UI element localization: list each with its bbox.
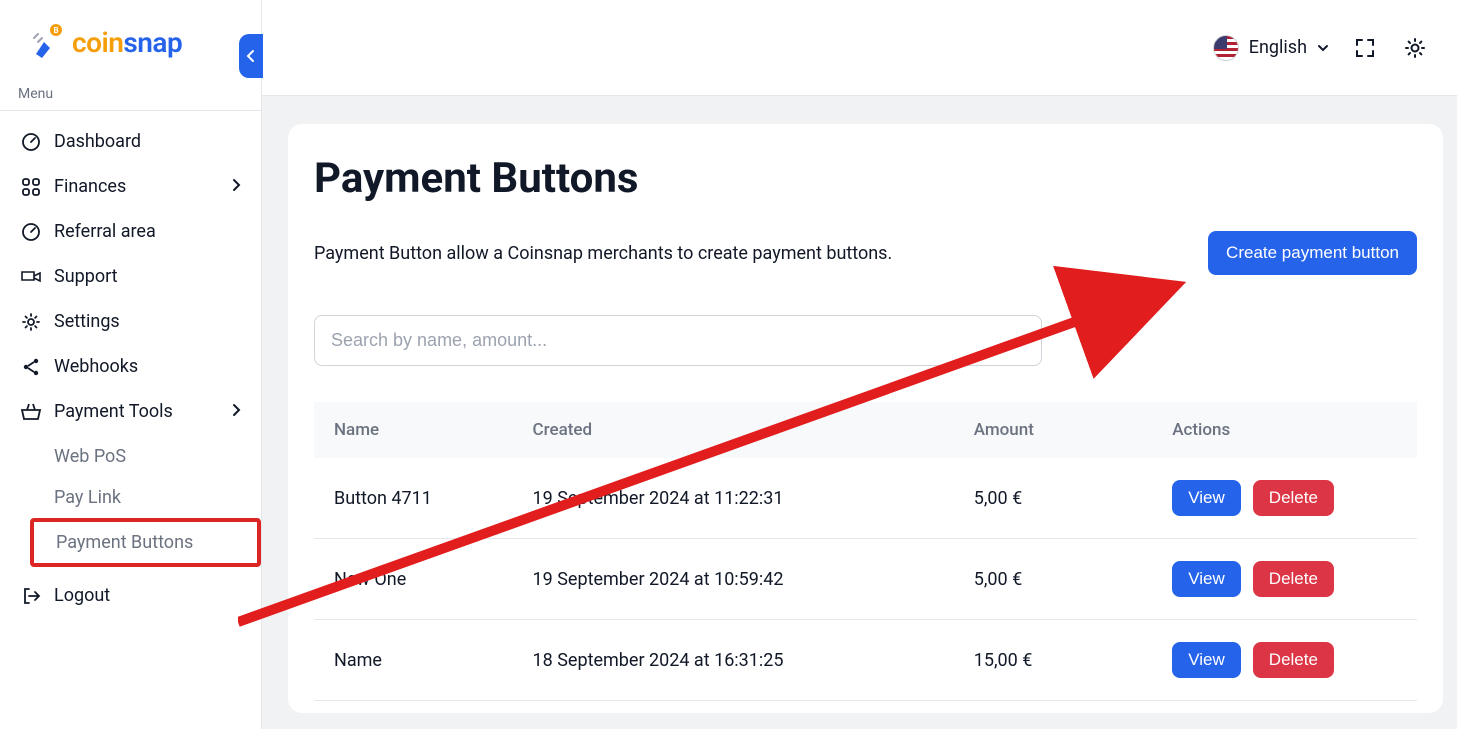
sidebar-item-label: Webhooks	[54, 356, 138, 377]
cell-created: 19 September 2024 at 11:22:31	[513, 458, 954, 539]
view-button[interactable]: View	[1172, 480, 1241, 516]
share-icon	[20, 357, 42, 377]
gear-icon	[20, 312, 42, 332]
create-payment-button[interactable]: Create payment button	[1208, 231, 1417, 275]
language-selector[interactable]: English	[1213, 35, 1329, 61]
cell-amount: 15,00 €	[954, 620, 1153, 701]
grid-icon	[20, 177, 42, 197]
sidebar-nav-bottom: Logout	[0, 573, 261, 618]
topbar: English	[262, 0, 1457, 96]
col-header-amount: Amount	[954, 402, 1153, 458]
gear-icon	[1403, 36, 1427, 60]
brand-logo[interactable]: B coinsnap	[0, 0, 261, 80]
payment-buttons-card: Payment Buttons Payment Button allow a C…	[288, 124, 1443, 713]
cell-created: 18 September 2024 at 16:31:25	[513, 620, 954, 701]
sidebar-item-support[interactable]: Support	[10, 254, 251, 299]
table-row: Name 18 September 2024 at 16:31:25 15,00…	[314, 620, 1417, 701]
sidebar-item-settings[interactable]: Settings	[10, 299, 251, 344]
search-input[interactable]	[314, 315, 1042, 366]
sidebar-item-label: Finances	[54, 176, 126, 197]
delete-button[interactable]: Delete	[1253, 561, 1334, 597]
cell-actions: View Delete	[1152, 539, 1417, 620]
menu-section-label: Menu	[0, 80, 261, 111]
table-row: Button 4711 19 September 2024 at 11:22:3…	[314, 458, 1417, 539]
sidebar-item-referral[interactable]: Referral area	[10, 209, 251, 254]
page-description: Payment Button allow a Coinsnap merchant…	[314, 243, 892, 264]
cell-amount: 5,00 €	[954, 539, 1153, 620]
col-header-name: Name	[314, 402, 513, 458]
sidebar-item-label: Payment Tools	[54, 401, 173, 422]
gauge-icon	[20, 132, 42, 152]
table-row: New One 19 September 2024 at 10:59:42 5,…	[314, 539, 1417, 620]
delete-button[interactable]: Delete	[1253, 642, 1334, 678]
sidebar: B coinsnap Menu Dashboard Finances	[0, 0, 262, 729]
cell-amount: 5,00 €	[954, 458, 1153, 539]
support-icon	[20, 268, 42, 286]
main-area: English Payment Buttons Payment Button a…	[262, 0, 1457, 729]
logo-hand-icon: B	[30, 24, 66, 60]
sidebar-collapse-button[interactable]	[239, 34, 263, 78]
flag-us-icon	[1213, 35, 1239, 61]
expand-icon	[1353, 36, 1377, 60]
subnav-item-pay-link[interactable]: Pay Link	[54, 477, 261, 518]
settings-button[interactable]	[1401, 34, 1429, 62]
sidebar-item-dashboard[interactable]: Dashboard	[10, 119, 251, 164]
cell-name: New One	[314, 539, 513, 620]
logout-icon	[20, 586, 42, 606]
delete-button[interactable]: Delete	[1253, 480, 1334, 516]
chevron-right-icon	[231, 401, 241, 422]
chevron-down-icon	[1317, 37, 1329, 58]
subnav-item-payment-buttons[interactable]: Payment Buttons	[30, 518, 261, 567]
svg-text:B: B	[53, 26, 58, 35]
col-header-actions: Actions	[1152, 402, 1417, 458]
sidebar-item-logout[interactable]: Logout	[10, 573, 251, 618]
subnav-item-web-pos[interactable]: Web PoS	[54, 436, 261, 477]
sidebar-item-finances[interactable]: Finances	[10, 164, 251, 209]
view-button[interactable]: View	[1172, 642, 1241, 678]
cell-actions: View Delete	[1152, 620, 1417, 701]
basket-icon	[20, 402, 42, 422]
cell-name: Button 4711	[314, 458, 513, 539]
language-label: English	[1249, 37, 1307, 58]
cell-actions: View Delete	[1152, 458, 1417, 539]
view-button[interactable]: View	[1172, 561, 1241, 597]
cell-name: Name	[314, 620, 513, 701]
logo-text: coinsnap	[72, 26, 182, 59]
page-title: Payment Buttons	[314, 154, 1417, 203]
content-area: Payment Buttons Payment Button allow a C…	[262, 96, 1457, 729]
chevron-right-icon	[231, 176, 241, 197]
fullscreen-button[interactable]	[1351, 34, 1379, 62]
sidebar-item-label: Logout	[54, 585, 110, 606]
gauge-icon	[20, 222, 42, 242]
sidebar-item-webhooks[interactable]: Webhooks	[10, 344, 251, 389]
cell-created: 19 September 2024 at 10:59:42	[513, 539, 954, 620]
sidebar-item-payment-tools[interactable]: Payment Tools	[10, 389, 251, 434]
sidebar-item-label: Referral area	[54, 221, 156, 242]
sidebar-item-label: Dashboard	[54, 131, 141, 152]
sidebar-item-label: Support	[54, 266, 118, 287]
payment-buttons-table: Name Created Amount Actions Button 4711 …	[314, 402, 1417, 701]
col-header-created: Created	[513, 402, 954, 458]
sidebar-item-label: Settings	[54, 311, 120, 332]
sidebar-nav: Dashboard Finances Referral area Support…	[0, 119, 261, 434]
payment-tools-submenu: Web PoS Pay Link Payment Buttons	[54, 436, 261, 567]
